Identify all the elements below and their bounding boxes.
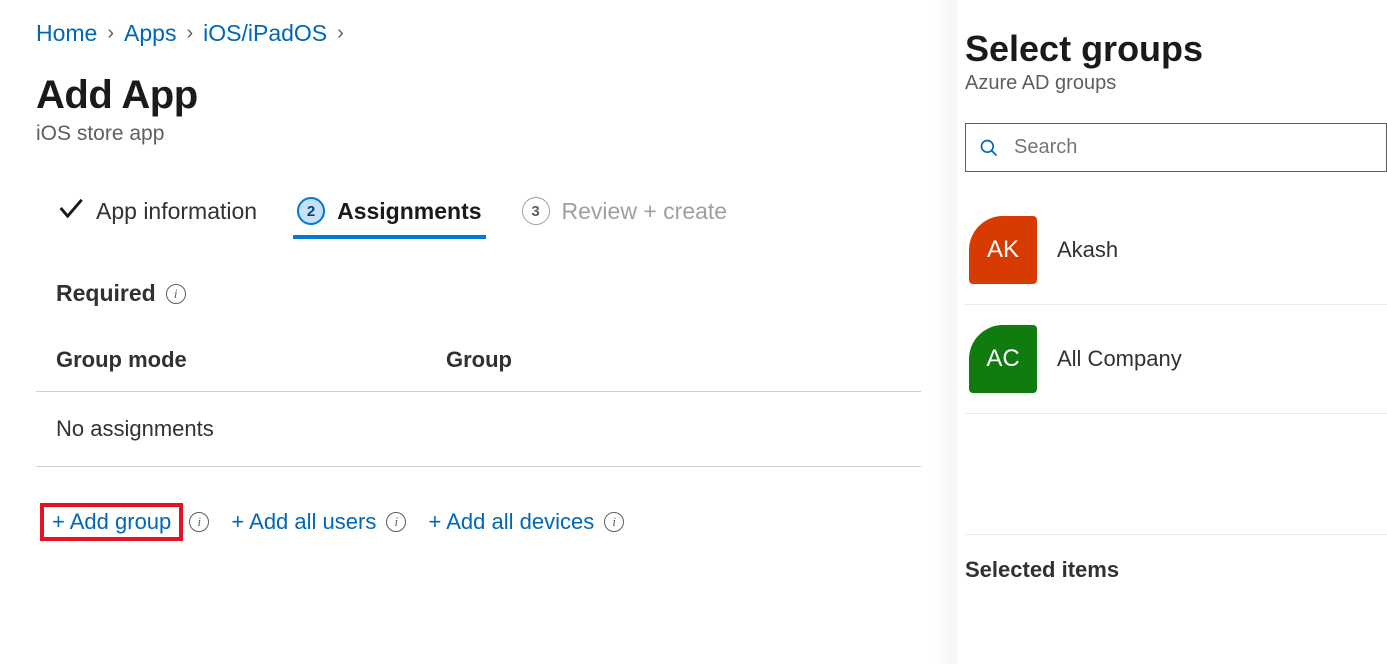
- add-all-devices-link[interactable]: + Add all devices: [424, 507, 598, 537]
- chevron-right-icon: ›: [337, 22, 344, 45]
- search-input[interactable]: [965, 123, 1387, 172]
- avatar: AK: [969, 216, 1037, 284]
- group-name: All Company: [1057, 346, 1182, 372]
- breadcrumb-platform[interactable]: iOS/iPadOS: [203, 20, 327, 47]
- info-icon[interactable]: i: [604, 512, 624, 532]
- panel-subtitle: Azure AD groups: [965, 72, 1387, 95]
- group-list: AK Akash AC All Company: [965, 196, 1387, 414]
- breadcrumb-apps[interactable]: Apps: [124, 20, 176, 47]
- section-required-heading: Required i: [56, 280, 921, 307]
- step-number-badge: 3: [522, 197, 550, 225]
- checkmark-icon: [56, 194, 84, 228]
- tab-label: App information: [96, 198, 257, 225]
- group-name: Akash: [1057, 237, 1118, 263]
- group-item-akash[interactable]: AK Akash: [965, 196, 1387, 305]
- page-subtitle: iOS store app: [36, 122, 921, 146]
- step-number-badge: 2: [297, 197, 325, 225]
- column-group: Group: [446, 347, 512, 373]
- info-icon[interactable]: i: [189, 512, 209, 532]
- page-title: Add App: [36, 73, 921, 118]
- column-group-mode: Group mode: [56, 347, 446, 373]
- avatar: AC: [969, 325, 1037, 393]
- chevron-right-icon: ›: [186, 22, 193, 45]
- group-item-all-company[interactable]: AC All Company: [965, 305, 1387, 414]
- tab-assignments[interactable]: 2 Assignments: [297, 197, 481, 237]
- assignments-empty-row: No assignments: [36, 392, 921, 467]
- info-icon[interactable]: i: [166, 284, 186, 304]
- assignment-actions: + Add group i + Add all users i + Add al…: [36, 503, 921, 541]
- tab-review-create[interactable]: 3 Review + create: [522, 197, 728, 237]
- highlight-add-group: + Add group: [40, 503, 183, 541]
- tab-app-information[interactable]: App information: [56, 194, 257, 240]
- assignments-table-header: Group mode Group: [36, 347, 921, 392]
- search-field-wrapper: [965, 123, 1387, 172]
- chevron-right-icon: ›: [107, 22, 114, 45]
- add-all-users-link[interactable]: + Add all users: [227, 507, 380, 537]
- info-icon[interactable]: i: [386, 512, 406, 532]
- tab-label: Review + create: [562, 198, 728, 225]
- panel-title: Select groups: [965, 28, 1387, 70]
- tab-label: Assignments: [337, 198, 481, 225]
- add-group-link[interactable]: + Add group: [48, 507, 175, 536]
- breadcrumb: Home › Apps › iOS/iPadOS ›: [36, 20, 921, 47]
- select-groups-panel: Select groups Azure AD groups AK Akash A…: [957, 0, 1387, 664]
- search-icon: [979, 138, 999, 158]
- section-required-label: Required: [56, 280, 156, 307]
- breadcrumb-home[interactable]: Home: [36, 20, 97, 47]
- wizard-tabs: App information 2 Assignments 3 Review +…: [36, 194, 921, 240]
- selected-items-heading: Selected items: [965, 534, 1387, 583]
